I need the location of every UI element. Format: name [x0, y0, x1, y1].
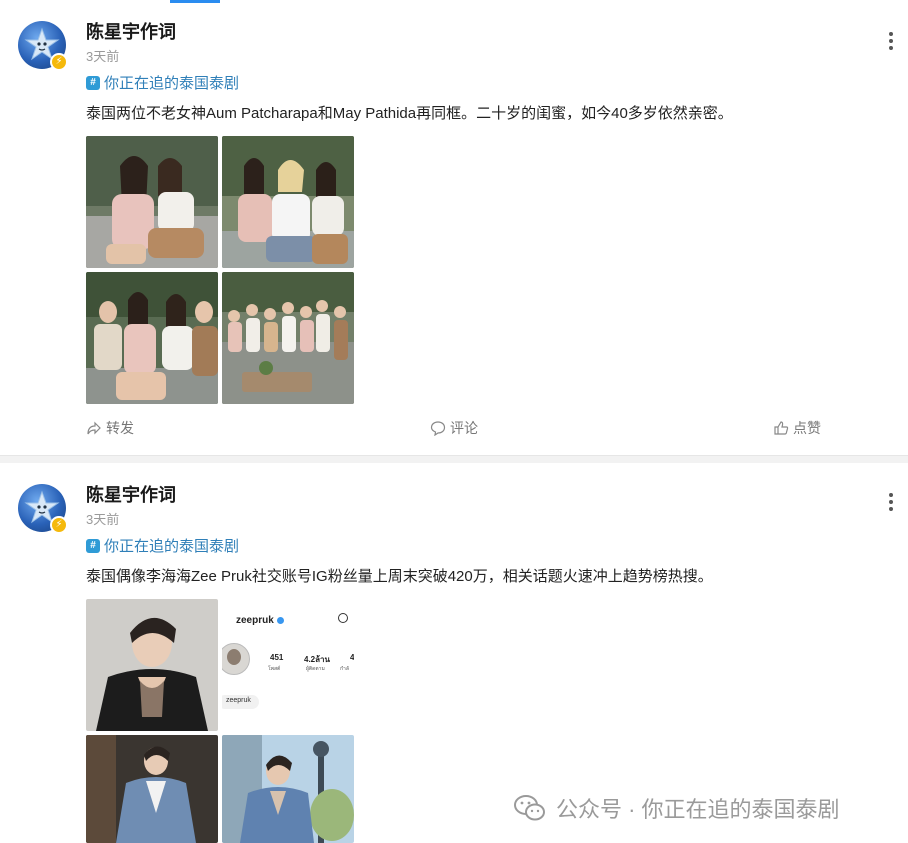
- post-photo-3[interactable]: [86, 735, 218, 843]
- ig-handle-chip[interactable]: zeepruk: [222, 695, 259, 709]
- repost-label: 转发: [106, 420, 134, 436]
- post-time: 3天前: [86, 512, 120, 527]
- ig-avatar: [222, 643, 250, 675]
- hashtag-icon: #: [86, 538, 100, 553]
- topic-label: 你正在追的泰国泰剧: [104, 538, 240, 555]
- hashtag-icon: #: [86, 75, 100, 90]
- post-separator: [0, 455, 908, 463]
- repost-button[interactable]: 转发: [86, 418, 134, 438]
- post-text: 泰国偶像李海海Zee Pruk社交账号IG粉丝量上周末突破420万，相关话题火速…: [86, 568, 713, 585]
- ig-following-count: 4: [350, 653, 354, 662]
- verified-badge-icon: ⚡: [50, 53, 68, 71]
- post-photo-3[interactable]: [86, 272, 218, 404]
- like-button[interactable]: 点赞: [773, 418, 821, 438]
- comment-label: 评论: [450, 420, 478, 436]
- threads-icon[interactable]: [338, 613, 348, 623]
- watermark-text: 公众号 · 你正在追的泰国泰剧: [556, 797, 840, 822]
- avatar[interactable]: ⚡: [18, 484, 68, 534]
- post-photo-1[interactable]: [86, 136, 218, 268]
- post-photo-4[interactable]: [222, 735, 354, 843]
- share-icon: [87, 421, 101, 435]
- post-photo-1[interactable]: [86, 599, 218, 731]
- topic-tag[interactable]: # 你正在追的泰国泰剧: [86, 535, 239, 556]
- more-options-icon[interactable]: [886, 32, 896, 52]
- comment-icon: [430, 421, 446, 436]
- ig-username: zeepruk: [236, 615, 274, 626]
- post-text: 泰国两位不老女神Aum Patcharapa和May Pathida再同框。二十…: [86, 105, 733, 122]
- verified-badge-icon: ⚡: [50, 516, 68, 534]
- wechat-watermark: 公众号 · 你正在追的泰国泰剧: [514, 792, 840, 824]
- thumbs-up-icon: [774, 421, 789, 435]
- ig-profile-screenshot[interactable]: zeepruk 451 โพสต์ 4.2ล้าน ผู้ติดตาม 4 กำ…: [222, 599, 354, 731]
- topic-tag[interactable]: # 你正在追的泰国泰剧: [86, 72, 239, 93]
- post-photo-4[interactable]: [222, 272, 354, 404]
- ig-posts-label: โพสต์: [268, 666, 281, 672]
- ig-followers-label: ผู้ติดตาม: [306, 666, 325, 672]
- author-name[interactable]: 陈星宇作词: [86, 18, 176, 44]
- ig-posts-count: 451: [270, 653, 284, 662]
- feed-post-1: ⚡ 陈星宇作词 3天前 # 你正在追的泰国泰剧 泰国两位不老女神Aum Patc…: [0, 0, 908, 455]
- feed-post-2: ⚡ 陈星宇作词 3天前 # 你正在追的泰国泰剧 泰国偶像李海海Zee Pruk社…: [0, 463, 908, 843]
- wechat-icon: [514, 795, 545, 821]
- comment-button[interactable]: 评论: [430, 418, 478, 438]
- topic-label: 你正在追的泰国泰剧: [104, 75, 240, 92]
- more-options-icon[interactable]: [886, 493, 896, 513]
- verified-check-icon: [276, 617, 284, 624]
- avatar[interactable]: ⚡: [18, 21, 68, 71]
- post-actions: 转发 评论 点赞: [0, 418, 908, 440]
- like-label: 点赞: [793, 420, 821, 436]
- ig-following-label: กำลั: [340, 666, 349, 672]
- post-photo-2[interactable]: [222, 136, 354, 268]
- post-time: 3天前: [86, 49, 120, 64]
- author-name[interactable]: 陈星宇作词: [86, 481, 176, 507]
